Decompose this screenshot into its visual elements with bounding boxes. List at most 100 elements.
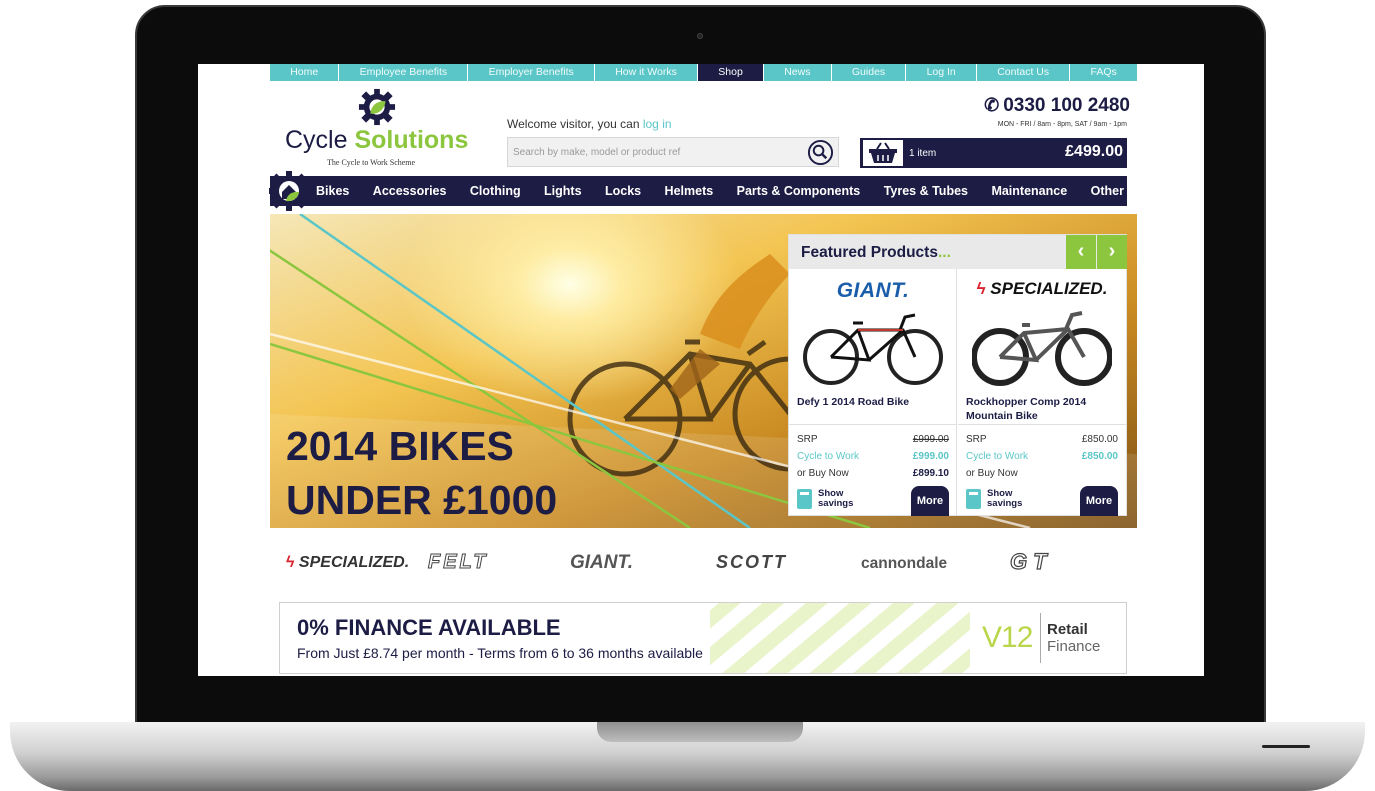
product-card[interactable]: ϟ SPECIALIZED. Rockhopper Comp 2014 Moun… [958, 269, 1126, 516]
topnav-how-it-works[interactable]: How it Works [595, 64, 699, 81]
next-arrow-icon[interactable]: › [1097, 235, 1127, 269]
gear-leaf-logo-icon[interactable] [358, 88, 396, 126]
show-savings-button[interactable]: Show savings [966, 487, 1046, 511]
more-button[interactable]: More [911, 486, 949, 516]
price-area: SRP £850.00 Cycle to Work £850.00 or Buy N… [958, 424, 1126, 516]
nav-maintenance[interactable]: Maintenance [991, 176, 1067, 206]
specialized-s-icon: ϟ [976, 279, 986, 298]
cycle-to-work-row: Cycle to Work £850.00 [966, 451, 1118, 462]
srp-label: SRP [797, 434, 818, 445]
featured-products-panel: Featured Products... ‹ › GIANT. Defy 1 2… [788, 234, 1127, 516]
show-savings-label: Show savings [818, 488, 854, 509]
opening-hours: MON - FRI / 8am - 8pm, SAT / 9am - 1pm [997, 121, 1127, 128]
product-name[interactable]: Defy 1 2014 Road Bike [797, 395, 953, 409]
nav-locks[interactable]: Locks [605, 176, 641, 206]
calculator-icon [797, 489, 812, 509]
c2w-label: Cycle to Work [966, 451, 1029, 462]
brand-specialized-link[interactable]: ϟ SPECIALIZED. [286, 554, 409, 572]
topnav-employer-benefits[interactable]: Employer Benefits [468, 64, 596, 81]
phone-icon: ✆ [984, 95, 1000, 115]
giant-logo: GIANT. [836, 279, 910, 302]
topnav-guides[interactable]: Guides [832, 64, 907, 81]
c2w-value: £850.00 [1081, 451, 1118, 462]
brand-strip: ϟ SPECIALIZED. FELT GIANT. SCOTT cannond… [270, 546, 1137, 586]
phone-text: 0330 100 2480 [1003, 95, 1130, 116]
featured-title: Featured Products... [801, 244, 951, 262]
product-name[interactable]: Rockhopper Comp 2014 Mountain Bike [966, 395, 1122, 423]
nav-lights[interactable]: Lights [544, 176, 582, 206]
logo-text-cycle: Cycle [285, 126, 348, 154]
welcome-text: Welcome visitor, you can [507, 117, 640, 131]
show-savings-label: Show savings [987, 488, 1023, 509]
nav-tyres-tubes[interactable]: Tyres & Tubes [884, 176, 968, 206]
login-link[interactable]: log in [643, 117, 672, 131]
topnav-log-in[interactable]: Log In [906, 64, 977, 81]
nav-helmets[interactable]: Helmets [665, 176, 714, 206]
srp-row: SRP £850.00 [966, 434, 1118, 445]
basket-count: 1 item [909, 148, 937, 159]
basket-button[interactable]: 1 item £499.00 [860, 138, 1127, 168]
search-icon[interactable] [807, 139, 834, 166]
finance-subtitle: From Just £8.74 per month - Terms from 6… [297, 645, 703, 661]
prev-arrow-icon[interactable]: ‹ [1066, 235, 1096, 269]
camera-icon [697, 33, 703, 39]
brand-gt-link[interactable]: GT [1009, 548, 1053, 575]
main-nav-items: Bikes Accessories Clothing Lights Locks … [316, 176, 1124, 206]
topnav-home[interactable]: Home [270, 64, 340, 81]
brand-scott-link[interactable]: SCOTT [716, 552, 787, 573]
nav-parts-components[interactable]: Parts & Components [737, 176, 861, 206]
brand-giant-link[interactable]: GIANT. [570, 552, 633, 574]
basket-total: £499.00 [1065, 143, 1123, 160]
specialized-logo: ϟ SPECIALIZED. [958, 279, 1126, 299]
show-savings-button[interactable]: Show savings [797, 487, 877, 511]
topnav-shop[interactable]: Shop [698, 64, 765, 81]
topnav-news[interactable]: News [764, 64, 832, 81]
phone-number[interactable]: ✆ 0330 100 2480 [970, 95, 1130, 117]
v12-divider [1040, 613, 1041, 663]
srp-value: £999.00 [912, 434, 949, 445]
nav-bikes[interactable]: Bikes [316, 176, 349, 206]
hero-line-1: 2014 BIKES [286, 423, 514, 469]
topnav-faqs[interactable]: FAQs [1070, 64, 1137, 81]
welcome-message: Welcome visitor, you can log in [507, 117, 672, 131]
specialized-s-icon: ϟ [286, 554, 295, 571]
brand-specialized-text: SPECIALIZED. [298, 554, 410, 571]
topnav-contact-us[interactable]: Contact Us [977, 64, 1071, 81]
specialized-wordmark: SPECIALIZED. [990, 279, 1108, 298]
logo-text-solutions: Solutions [354, 126, 469, 154]
logo-tagline: The Cycle to Work Scheme [327, 158, 416, 167]
v12-logo: V12 [982, 621, 1033, 654]
buy-now-row: or Buy Now [966, 468, 1118, 479]
c2w-value: £999.00 [912, 451, 949, 462]
finance-title: 0% FINANCE AVAILABLE [297, 615, 561, 640]
nav-accessories[interactable]: Accessories [373, 176, 447, 206]
brand-felt-link[interactable]: FELT [428, 551, 489, 574]
website: Home Employee Benefits Employer Benefits… [268, 64, 1137, 676]
search-input[interactable] [508, 138, 798, 166]
calculator-icon [966, 489, 981, 509]
cycle-to-work-row: Cycle to Work £999.00 [797, 451, 949, 462]
c2w-label: Cycle to Work [797, 451, 860, 462]
buy-now-row: or Buy Now £899.10 [797, 468, 949, 479]
search-box [507, 137, 839, 167]
finance-stripes [710, 603, 970, 673]
brand-cannondale-link[interactable]: cannondale [861, 555, 947, 573]
hero-headline: 2014 BIKES UNDER £1000 [286, 419, 557, 527]
finance-word: Finance [1047, 638, 1101, 655]
product-card[interactable]: GIANT. Defy 1 2014 Road Bike SRP £999.00 … [789, 269, 957, 516]
buy-now-label: or Buy Now [966, 468, 1018, 479]
home-gear-icon[interactable] [268, 170, 310, 212]
nav-other[interactable]: Other [1091, 176, 1124, 206]
buy-now-label: or Buy Now [797, 468, 849, 479]
hero-banner[interactable]: 2014 BIKES UNDER £1000 Featured Products… [270, 214, 1137, 528]
screen: Home Employee Benefits Employer Benefits… [198, 64, 1204, 676]
more-button[interactable]: More [1080, 486, 1118, 516]
price-area: SRP £999.00 Cycle to Work £999.00 or Buy N… [789, 424, 957, 516]
nav-clothing[interactable]: Clothing [470, 176, 521, 206]
featured-header: Featured Products... ‹ › [789, 235, 1127, 269]
topnav-employee-benefits[interactable]: Employee Benefits [339, 64, 469, 81]
finance-banner[interactable]: 0% FINANCE AVAILABLE From Just £8.74 per… [279, 602, 1127, 674]
buy-now-value: £899.10 [912, 468, 949, 479]
srp-label: SRP [966, 434, 987, 445]
logo-wordmark[interactable]: Cycle Solutions [285, 126, 468, 155]
